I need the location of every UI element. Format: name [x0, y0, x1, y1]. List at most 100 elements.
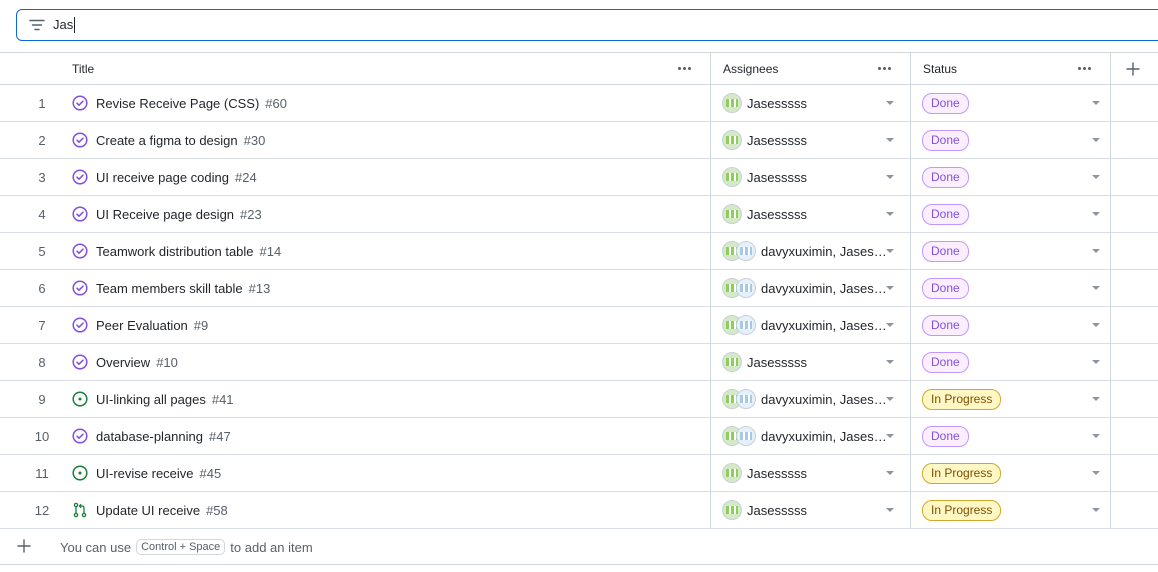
chevron-down-icon[interactable] [1092, 249, 1100, 253]
status-cell[interactable]: Done [922, 159, 1108, 195]
status-cell[interactable]: In Progress [922, 492, 1108, 528]
issue-title[interactable]: Peer Evaluation [96, 318, 188, 333]
assignee-cell[interactable]: davyxuximin, Jasesssss [722, 307, 902, 343]
assignee-cell[interactable]: davyxuximin, Jasesssss [722, 233, 902, 269]
row-title[interactable]: Revise Receive Page (CSS) #60 [71, 85, 287, 121]
issue-closed-icon [71, 169, 88, 186]
issue-title[interactable]: UI-revise receive [96, 466, 194, 481]
assignee-cell[interactable]: Jasesssss [722, 455, 902, 491]
table-row[interactable]: 4 UI Receive page design #23 Jasesssss D… [0, 196, 1158, 233]
row-title[interactable]: Teamwork distribution table #14 [71, 233, 281, 269]
chevron-down-icon[interactable] [1092, 397, 1100, 401]
table-row[interactable]: 1 Revise Receive Page (CSS) #60 Jasessss… [0, 85, 1158, 122]
row-title[interactable]: UI receive page coding #24 [71, 159, 257, 195]
status-cell[interactable]: Done [922, 307, 1108, 343]
chevron-down-icon[interactable] [886, 434, 894, 438]
row-title[interactable]: UI-revise receive #45 [71, 455, 221, 491]
issue-title[interactable]: UI-linking all pages [96, 392, 206, 407]
status-cell[interactable]: Done [922, 270, 1108, 306]
issue-title[interactable]: database-planning [96, 429, 203, 444]
table-row[interactable]: 9 UI-linking all pages #41 davyxuximin, … [0, 381, 1158, 418]
status-cell[interactable]: Done [922, 122, 1108, 158]
chevron-down-icon[interactable] [1092, 471, 1100, 475]
assignee-cell[interactable]: davyxuximin, Jasesssss [722, 381, 902, 417]
assignee-name: davyxuximin, Jasesssss [761, 280, 891, 296]
row-title[interactable]: Peer Evaluation #9 [71, 307, 208, 343]
assignee-cell[interactable]: Jasesssss [722, 85, 902, 121]
column-header-assignees[interactable]: Assignees [723, 53, 778, 85]
assignee-cell[interactable]: davyxuximin, Jasesssss [722, 418, 902, 454]
table-row[interactable]: 10 database-planning #47 davyxuximin, Ja… [0, 418, 1158, 455]
issue-number: #45 [199, 465, 222, 481]
chevron-down-icon[interactable] [1092, 360, 1100, 364]
avatar [722, 167, 742, 187]
table-row[interactable]: 7 Peer Evaluation #9 davyxuximin, Jasess… [0, 307, 1158, 344]
chevron-down-icon[interactable] [886, 101, 894, 105]
chevron-down-icon[interactable] [1092, 101, 1100, 105]
issue-title[interactable]: Update UI receive [96, 503, 200, 518]
row-title[interactable]: Create a figma to design #30 [71, 122, 265, 158]
row-title[interactable]: Update UI receive #58 [71, 492, 228, 528]
table-row[interactable]: 11 UI-revise receive #45 Jasesssss In Pr… [0, 455, 1158, 492]
assignee-cell[interactable]: Jasesssss [722, 122, 902, 158]
row-title[interactable]: UI Receive page design #23 [71, 196, 262, 232]
chevron-down-icon[interactable] [886, 471, 894, 475]
issue-closed-icon [71, 317, 88, 334]
chevron-down-icon[interactable] [886, 508, 894, 512]
status-cell[interactable]: Done [922, 344, 1108, 380]
chevron-down-icon[interactable] [886, 286, 894, 290]
table-row[interactable]: 6 Team members skill table #13 davyxuxim… [0, 270, 1158, 307]
row-title[interactable]: database-planning #47 [71, 418, 231, 454]
table-row[interactable]: 12 Update UI receive #58 Jasesssss In Pr… [0, 492, 1158, 529]
add-item-row[interactable]: You can use Control + Space to add an it… [0, 529, 1158, 565]
column-header-title[interactable]: Title [72, 53, 94, 85]
issue-title[interactable]: Overview [96, 355, 150, 370]
issue-closed-icon [71, 95, 88, 112]
row-title[interactable]: UI-linking all pages #41 [71, 381, 234, 417]
status-cell[interactable]: In Progress [922, 381, 1108, 417]
table-row[interactable]: 8 Overview #10 Jasesssss Done [0, 344, 1158, 381]
assignees-column-menu-icon[interactable] [875, 61, 893, 75]
chevron-down-icon[interactable] [886, 212, 894, 216]
table-row[interactable]: 5 Teamwork distribution table #14 davyxu… [0, 233, 1158, 270]
filter-input[interactable]: Jas [16, 9, 1158, 41]
assignee-cell[interactable]: Jasesssss [722, 159, 902, 195]
issue-title[interactable]: Team members skill table [96, 281, 243, 296]
table-row[interactable]: 2 Create a figma to design #30 Jasesssss… [0, 122, 1158, 159]
chevron-down-icon[interactable] [886, 138, 894, 142]
table-row[interactable]: 3 UI receive page coding #24 Jasesssss D… [0, 159, 1158, 196]
assignee-cell[interactable]: Jasesssss [722, 196, 902, 232]
status-badge: Done [922, 425, 969, 447]
row-title[interactable]: Team members skill table #13 [71, 270, 270, 306]
assignee-cell[interactable]: davyxuximin, Jasesssss [722, 270, 902, 306]
status-cell[interactable]: Done [922, 418, 1108, 454]
assignee-cell[interactable]: Jasesssss [722, 492, 902, 528]
chevron-down-icon[interactable] [886, 175, 894, 179]
title-column-menu-icon[interactable] [675, 61, 693, 75]
chevron-down-icon[interactable] [1092, 138, 1100, 142]
chevron-down-icon[interactable] [1092, 434, 1100, 438]
chevron-down-icon[interactable] [886, 249, 894, 253]
status-cell[interactable]: In Progress [922, 455, 1108, 491]
issue-title[interactable]: Create a figma to design [96, 133, 238, 148]
chevron-down-icon[interactable] [1092, 175, 1100, 179]
chevron-down-icon[interactable] [886, 397, 894, 401]
chevron-down-icon[interactable] [1092, 323, 1100, 327]
status-cell[interactable]: Done [922, 233, 1108, 269]
chevron-down-icon[interactable] [1092, 508, 1100, 512]
status-column-menu-icon[interactable] [1075, 61, 1093, 75]
status-cell[interactable]: Done [922, 85, 1108, 121]
assignee-cell[interactable]: Jasesssss [722, 344, 902, 380]
issue-title[interactable]: UI receive page coding [96, 170, 229, 185]
chevron-down-icon[interactable] [886, 323, 894, 327]
row-title[interactable]: Overview #10 [71, 344, 178, 380]
add-column-button[interactable] [1126, 53, 1140, 85]
chevron-down-icon[interactable] [1092, 212, 1100, 216]
column-header-status[interactable]: Status [923, 53, 957, 85]
status-cell[interactable]: Done [922, 196, 1108, 232]
issue-title[interactable]: UI Receive page design [96, 207, 234, 222]
issue-title[interactable]: Teamwork distribution table [96, 244, 254, 259]
chevron-down-icon[interactable] [886, 360, 894, 364]
issue-title[interactable]: Revise Receive Page (CSS) [96, 96, 259, 111]
chevron-down-icon[interactable] [1092, 286, 1100, 290]
